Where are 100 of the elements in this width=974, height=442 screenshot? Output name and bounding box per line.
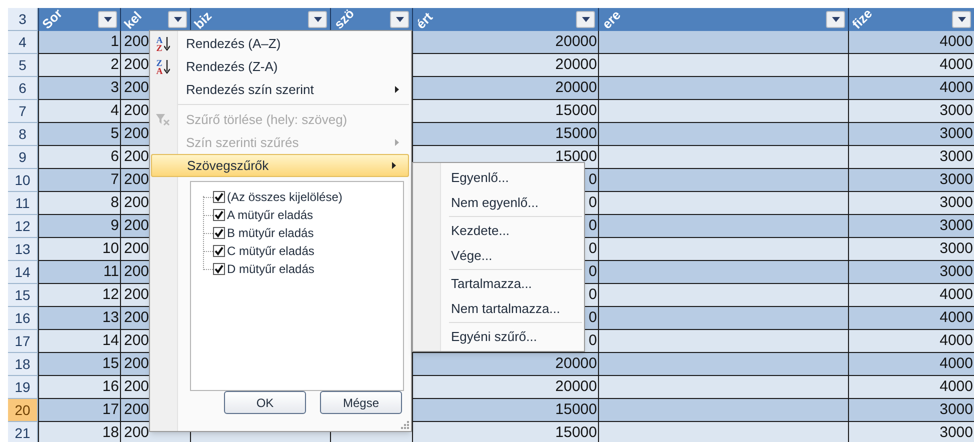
caret-icon [832, 17, 840, 22]
filter-dropdown-button[interactable] [826, 11, 845, 28]
table-cell-text: 0 [588, 308, 598, 328]
table-cell-text: 15000 [554, 146, 598, 167]
menu-item[interactable]: Szövegszűrők [151, 154, 409, 177]
menu-item[interactable]: Nem egyenlő... [451, 192, 538, 212]
table-cell-text: 200 [123, 308, 150, 328]
menu-item[interactable]: Tartalmazza... [451, 274, 532, 294]
menu-item[interactable]: Egyéni szűrő... [451, 326, 537, 346]
row-header[interactable]: 18 [8, 353, 38, 376]
table-cell-text: 2 [110, 54, 120, 75]
checkbox[interactable] [213, 209, 225, 221]
checkbox-label: A mütyűr eladás [227, 207, 314, 224]
table-cell-text: 14 [101, 330, 120, 351]
row-header[interactable]: 4 [8, 31, 38, 54]
table-cell-text: 3000 [938, 262, 974, 282]
table-cell-text: 200 [123, 192, 150, 213]
row-header[interactable]: 15 [8, 284, 38, 307]
table-cell-text: 4000 [938, 284, 974, 305]
filter-dropdown-button[interactable] [952, 11, 971, 28]
checkbox[interactable] [213, 227, 225, 239]
row-header[interactable]: 11 [8, 192, 38, 215]
menu-item[interactable]: Rendezés szín szerint [178, 78, 411, 101]
table-cell-text: 17 [101, 400, 120, 420]
table-cell-text: 5 [110, 124, 120, 144]
row-header[interactable]: 12 [8, 215, 38, 238]
submenu-arrow-icon [395, 139, 399, 146]
row-header[interactable]: 16 [8, 307, 38, 330]
table-cell-text: 1 [110, 32, 120, 52]
table-cell-text: 0 [588, 330, 598, 351]
table-cell-text: 200 [123, 78, 150, 98]
table-cell-text: 0 [588, 238, 598, 259]
table-cell-text: 6 [110, 146, 120, 167]
table-cell-text: 3000 [938, 422, 974, 442]
table-cell-text: 200 [123, 100, 150, 121]
submenu-arrow-icon [395, 86, 399, 93]
menu-item[interactable]: Rendezés (Z-A) [178, 55, 411, 78]
column-header: kel [120, 8, 190, 31]
column-header: szö [330, 8, 412, 31]
submenu-arrow-icon [392, 162, 396, 169]
column-header: biz [190, 8, 330, 31]
filter-dropdown-button[interactable] [390, 11, 409, 28]
column-header: fize [848, 8, 974, 31]
checkbox[interactable] [213, 245, 225, 257]
menu-item[interactable]: Nem tartalmazza... [451, 298, 560, 318]
table-cell-text: 16 [101, 376, 120, 397]
row-header[interactable]: 14 [8, 261, 38, 284]
checkbox[interactable] [213, 191, 225, 203]
table-cell-text: 200 [123, 54, 150, 75]
table-cell-text: 200 [123, 124, 150, 144]
table-cell-text: 4000 [938, 376, 974, 397]
clear-filter-icon [156, 114, 170, 126]
row-header: 3 [8, 8, 38, 31]
caret-icon [958, 17, 966, 22]
menu-item[interactable]: Kezdete... [451, 220, 510, 240]
row-header[interactable]: 6 [8, 77, 38, 100]
row-header[interactable]: 5 [8, 54, 38, 77]
table-cell-text: 4000 [938, 78, 974, 98]
row-header[interactable]: 20 [8, 399, 38, 422]
filter-dropdown-button[interactable] [168, 11, 187, 28]
table-cell-text: 3000 [938, 124, 974, 144]
table-cell-text: 9 [110, 216, 120, 236]
caret-icon [314, 17, 322, 22]
table-cell-text: 0 [588, 192, 598, 213]
cancel-button[interactable]: Mégse [320, 391, 402, 414]
resize-grip-icon[interactable] [401, 421, 409, 429]
menu-item[interactable]: Rendezés (A–Z) [178, 32, 411, 55]
row-header[interactable]: 8 [8, 123, 38, 146]
checkbox[interactable] [213, 263, 225, 275]
ok-button[interactable]: OK [224, 391, 306, 414]
table-cell-text: 200 [123, 284, 150, 305]
column-header: ere [598, 8, 848, 31]
filter-dropdown-button[interactable] [576, 11, 595, 28]
table-cell-text: 200 [123, 330, 150, 351]
table-cell-text: 3000 [938, 192, 974, 213]
table-cell-text: 4000 [938, 354, 974, 374]
table-cell-text: 20000 [554, 32, 598, 52]
table-cell-text: 8 [110, 192, 120, 213]
menu-item[interactable]: Vége... [451, 246, 492, 266]
table-cell-text: 0 [588, 262, 598, 282]
checkbox-label: (Az összes kijelölése) [227, 189, 342, 206]
caret-icon [104, 17, 112, 22]
row-header[interactable]: 17 [8, 330, 38, 353]
table-cell-text: 200 [123, 376, 150, 397]
row-header[interactable]: 10 [8, 169, 38, 192]
row-header[interactable]: 9 [8, 146, 38, 169]
table-cell-text: 18 [101, 422, 120, 442]
row-header[interactable]: 21 [8, 422, 38, 442]
table-cell-text: 10 [101, 238, 120, 259]
filter-dropdown-button[interactable] [308, 11, 327, 28]
table-cell-text: 0 [588, 170, 598, 190]
filter-dropdown-button[interactable] [98, 11, 117, 28]
table-cell-text: 15000 [554, 100, 598, 121]
table-cell-text: 20000 [554, 54, 598, 75]
row-header[interactable]: 13 [8, 238, 38, 261]
table-cell-text: 15000 [554, 400, 598, 420]
table-cell-text: 4000 [938, 32, 974, 52]
menu-item[interactable]: Egyenlő... [451, 168, 509, 188]
row-header[interactable]: 19 [8, 376, 38, 399]
row-header[interactable]: 7 [8, 100, 38, 123]
